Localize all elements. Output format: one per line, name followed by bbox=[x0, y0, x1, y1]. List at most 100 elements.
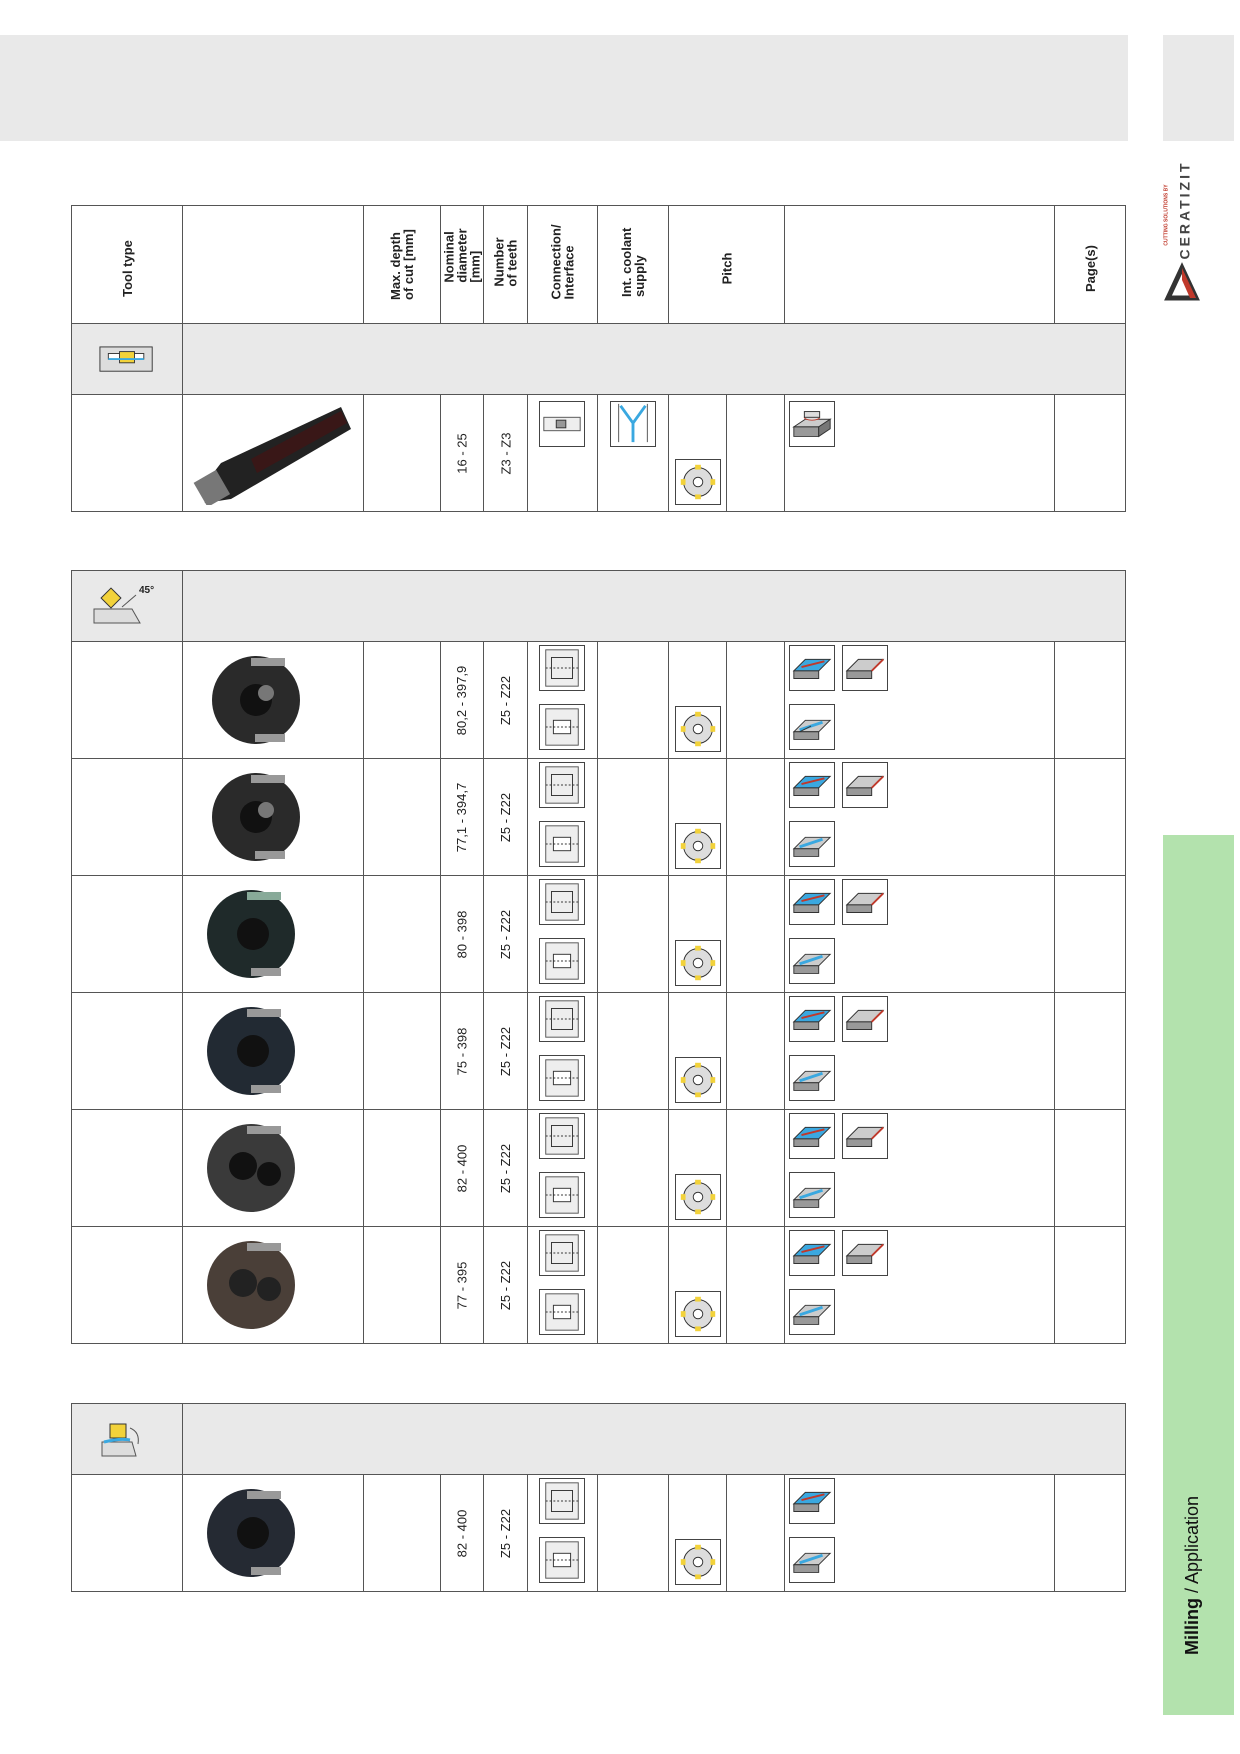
angle-label: 45° bbox=[139, 585, 155, 596]
nominal-diameter: 77,1 - 394,7 bbox=[454, 782, 470, 852]
face-milling-icon bbox=[789, 762, 835, 808]
face-milling-icon bbox=[789, 1230, 835, 1276]
nominal-diameter: 16 - 25 bbox=[454, 432, 470, 474]
arbor-interface-icon bbox=[539, 1113, 585, 1159]
table-row: 80,2 - 397,9 Z5 - Z22 bbox=[71, 641, 1126, 759]
section-icon-cell: 45° bbox=[71, 570, 183, 642]
table-row: 77 - 395 Z5 - Z22 bbox=[71, 1226, 1126, 1344]
face-milling-icon bbox=[789, 645, 835, 691]
face-milling-icon bbox=[789, 1478, 835, 1524]
chapter-rest: / Application bbox=[1182, 1495, 1203, 1598]
chapter-bold: Milling bbox=[1182, 1597, 1203, 1655]
nominal-diameter: 80,2 - 397,9 bbox=[454, 665, 470, 735]
table-row: 16 - 25 Z3 - Z3 bbox=[71, 394, 1126, 512]
number-of-teeth: Z5 - Z22 bbox=[498, 1508, 513, 1558]
pitch-icon bbox=[675, 1539, 721, 1585]
section-title-cell bbox=[182, 570, 1126, 642]
table-1: Tool type Max. depth of cut [mm] Nominal… bbox=[71, 205, 1126, 512]
number-of-teeth: Z5 - Z22 bbox=[498, 675, 513, 725]
shoulder-milling-icon bbox=[842, 996, 888, 1042]
shoulder-milling-icon bbox=[842, 1113, 888, 1159]
disc-cutter-photo bbox=[207, 1241, 295, 1329]
section-title-cell bbox=[182, 1403, 1126, 1475]
table-row: 75 - 398 Z5 - Z22 bbox=[71, 992, 1126, 1110]
face-milling-icon bbox=[789, 996, 835, 1042]
arbor-interface-icon bbox=[539, 996, 585, 1042]
shank-cutter-photo bbox=[193, 407, 351, 505]
table-row: 82 - 400 Z5 - Z22 bbox=[71, 1474, 1126, 1592]
top-band bbox=[0, 35, 1128, 141]
number-of-teeth: Z5 - Z22 bbox=[498, 1260, 513, 1310]
arbor-interface-icon bbox=[539, 1478, 585, 1524]
t-slot-insert-icon bbox=[99, 346, 153, 372]
pitch-icon bbox=[675, 1057, 721, 1103]
face-milling-icon bbox=[789, 1113, 835, 1159]
face-milling-icon bbox=[789, 879, 835, 925]
header-teeth: Number of teeth bbox=[483, 205, 528, 324]
arbor-interface-icon bbox=[539, 762, 585, 808]
plunge-application-icon bbox=[789, 401, 835, 447]
slot-milling-icon bbox=[789, 1055, 835, 1101]
nominal-diameter: 75 - 398 bbox=[454, 1027, 470, 1075]
pitch-icon bbox=[675, 706, 721, 752]
table-row: 82 - 400 Z5 - Z22 bbox=[71, 1109, 1126, 1227]
header-image bbox=[182, 205, 364, 324]
pitch-icon bbox=[675, 940, 721, 986]
slot-milling-icon bbox=[789, 821, 835, 867]
side-tab-gray bbox=[1163, 35, 1234, 141]
shoulder-milling-icon bbox=[842, 1230, 888, 1276]
pitch-icon bbox=[675, 1174, 721, 1220]
shoulder-milling-icon bbox=[842, 762, 888, 808]
bore-interface-icon bbox=[539, 704, 585, 750]
table-2: 45° 80,2 - 397,9 Z5 - Z22 77,1 - 394,7 Z… bbox=[71, 570, 1126, 1344]
arbor-interface-icon bbox=[539, 1230, 585, 1276]
pitch-icon bbox=[675, 1291, 721, 1337]
bore-interface-icon bbox=[539, 938, 585, 984]
disc-cutter-photo bbox=[207, 1489, 295, 1577]
arbor-interface-icon bbox=[539, 879, 585, 925]
arbor-interface-icon bbox=[539, 645, 585, 691]
bore-interface-icon bbox=[539, 1172, 585, 1218]
section-title-cell bbox=[182, 323, 1126, 395]
slot-milling-icon bbox=[789, 704, 835, 750]
table-3: 82 - 400 Z5 - Z22 bbox=[71, 1403, 1126, 1592]
header-max-depth: Max. depth of cut [mm] bbox=[363, 205, 441, 324]
shoulder-milling-icon bbox=[842, 879, 888, 925]
internal-coolant-icon bbox=[610, 401, 656, 447]
header-nominal-diameter: Nominal diameter [mm] bbox=[440, 205, 484, 324]
header-connection: Connection/ Interface bbox=[527, 205, 598, 324]
number-of-teeth: Z5 - Z22 bbox=[498, 792, 513, 842]
number-of-teeth: Z5 - Z22 bbox=[498, 909, 513, 959]
disc-cutter-photo bbox=[207, 890, 295, 978]
section-icon-cell bbox=[71, 323, 183, 395]
bore-interface-icon bbox=[539, 1055, 585, 1101]
nominal-diameter: 77 - 395 bbox=[454, 1261, 470, 1309]
header-coolant: Int. coolant supply bbox=[597, 205, 669, 324]
slot-milling-icon bbox=[789, 1537, 835, 1583]
slot-milling-icon bbox=[789, 1172, 835, 1218]
bore-interface-icon bbox=[539, 1289, 585, 1335]
disc-cutter-photo bbox=[207, 1007, 295, 1095]
header-pages: Page(s) bbox=[1054, 205, 1126, 324]
table-row: 77,1 - 394,7 Z5 - Z22 bbox=[71, 758, 1126, 876]
shoulder-milling-icon bbox=[842, 645, 888, 691]
slot-milling-icon bbox=[789, 938, 835, 984]
number-of-teeth: Z5 - Z22 bbox=[498, 1026, 513, 1076]
number-of-teeth: Z5 - Z22 bbox=[498, 1143, 513, 1193]
header-application bbox=[784, 205, 1055, 324]
nominal-diameter: 82 - 400 bbox=[454, 1509, 470, 1557]
nominal-diameter: 80 - 398 bbox=[454, 910, 470, 958]
header-tool-type: Tool type bbox=[71, 205, 183, 324]
brand-tagline: CUTTING SOLUTIONS BY bbox=[1164, 184, 1170, 246]
header-pitch: Pitch bbox=[668, 205, 785, 324]
bore-interface-icon bbox=[539, 821, 585, 867]
insert-angle-icon bbox=[101, 1423, 139, 1457]
table-row: 80 - 398 Z5 - Z22 bbox=[71, 875, 1126, 993]
bore-interface-icon bbox=[539, 1537, 585, 1583]
cylindrical-shank-icon bbox=[539, 401, 585, 447]
nominal-diameter: 82 - 400 bbox=[454, 1144, 470, 1192]
number-of-teeth: Z3 - Z3 bbox=[498, 432, 513, 474]
pitch-icon bbox=[675, 823, 721, 869]
disc-cutter-photo bbox=[207, 1124, 295, 1212]
chapter-label: Milling / Application bbox=[1168, 1490, 1218, 1660]
